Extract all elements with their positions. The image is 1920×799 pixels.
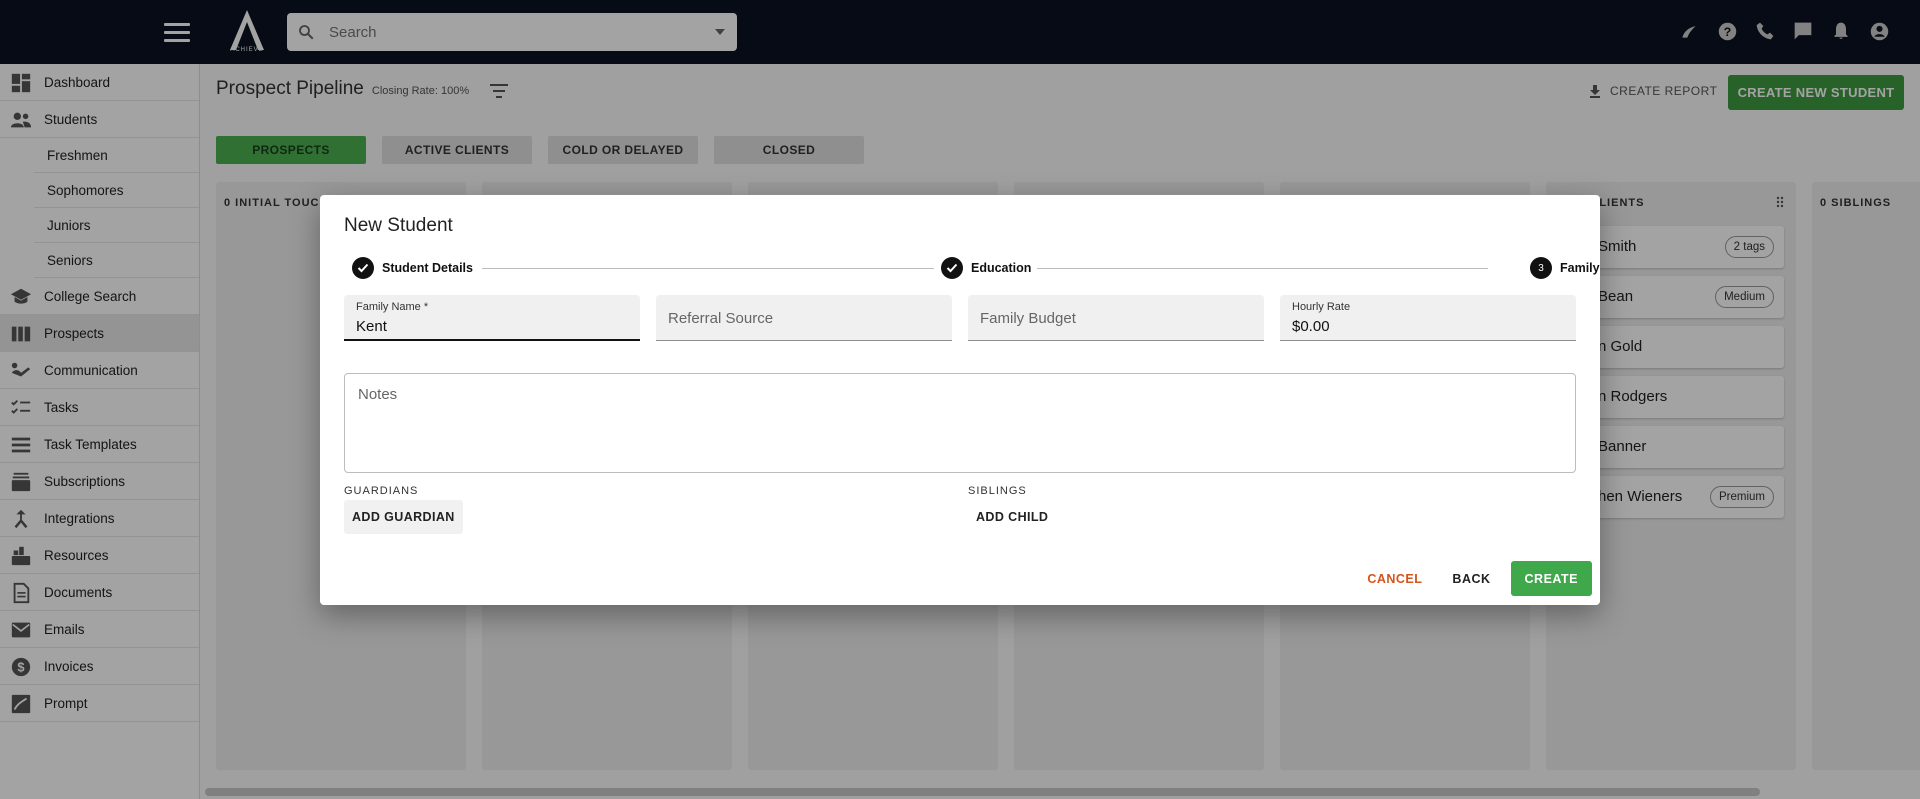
hourly-rate-input[interactable]: $0.00 [1292,318,1562,335]
add-guardian-button[interactable]: ADD GUARDIAN [344,500,463,534]
family-name-field[interactable]: Family Name * Kent [344,295,640,341]
step-number: 3 [1530,257,1552,279]
field-placeholder: Family Budget [980,310,1076,327]
dialog-actions: CANCEL BACK CREATE [1357,561,1592,596]
cancel-button[interactable]: CANCEL [1357,561,1432,596]
family-name-input[interactable]: Kent [356,318,626,335]
step-label: Student Details [382,261,473,275]
field-label: Hourly Rate [1292,301,1351,313]
check-icon [941,257,963,279]
step-education[interactable]: Education [941,257,1031,279]
siblings-label: SIBLINGS [968,485,1027,497]
new-student-dialog: New Student Student Details Education 3 … [320,195,1600,605]
check-icon [352,257,374,279]
guardians-label: GUARDIANS [344,485,419,497]
step-connector [482,268,934,269]
add-child-button[interactable]: ADD CHILD [968,500,1056,534]
step-connector [1037,268,1488,269]
create-button[interactable]: CREATE [1510,561,1592,596]
field-label: Family Name * [356,301,429,313]
referral-source-field[interactable]: Referral Source [656,295,952,341]
family-budget-field[interactable]: Family Budget [968,295,1264,341]
step-label: Family [1560,261,1600,275]
step-student-details[interactable]: Student Details [352,257,473,279]
notes-field[interactable]: Notes [344,373,1576,473]
back-button[interactable]: BACK [1442,561,1500,596]
field-placeholder: Notes [358,386,398,403]
dialog-title: New Student [344,215,453,236]
hourly-rate-field[interactable]: Hourly Rate $0.00 [1280,295,1576,341]
stepper: Student Details Education 3 Family [352,257,1600,281]
field-placeholder: Referral Source [668,310,774,327]
step-label: Education [971,261,1032,275]
step-family[interactable]: 3 Family [1530,257,1600,279]
